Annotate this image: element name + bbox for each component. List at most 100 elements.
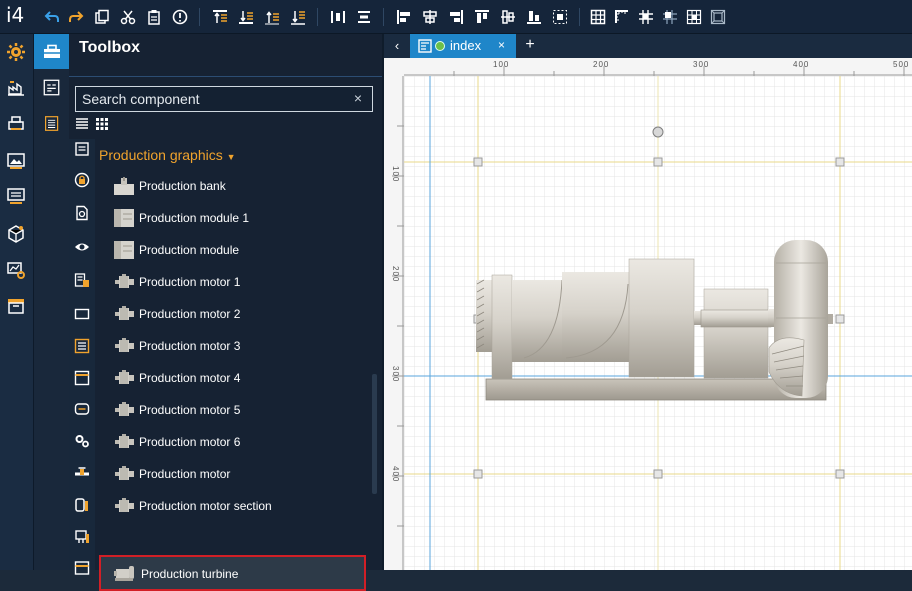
package-icon[interactable] <box>6 224 26 244</box>
list-item[interactable]: Production motor 5 <box>99 396 366 424</box>
list-item[interactable]: Production motor 4 <box>99 364 366 392</box>
item-label: Production motor 2 <box>139 307 241 321</box>
bring-to-front-icon[interactable] <box>212 9 228 25</box>
distribute-vertical-icon[interactable] <box>356 9 372 25</box>
group-label: Production graphics <box>99 147 223 163</box>
grid-view-icon[interactable] <box>95 117 109 131</box>
module-icon <box>113 240 135 260</box>
list-item[interactable]: Production module <box>99 236 366 264</box>
reports-category-icon[interactable] <box>74 272 90 288</box>
snap-grid-icon[interactable] <box>638 9 654 25</box>
lock-category-icon[interactable] <box>74 172 90 188</box>
window-category-icon[interactable] <box>74 370 90 386</box>
tank-category-icon[interactable] <box>74 497 90 513</box>
item-label: Production motor 6 <box>139 435 241 449</box>
item-label: Production turbine <box>141 567 239 581</box>
production-chart-icon[interactable] <box>6 78 26 98</box>
search-input[interactable] <box>76 87 346 111</box>
table-category-icon[interactable] <box>74 338 90 354</box>
zoom-fit-icon[interactable] <box>710 9 726 25</box>
gears-category-icon[interactable] <box>74 433 90 449</box>
archive-box-icon[interactable] <box>6 296 26 316</box>
list-item[interactable]: Production motor section <box>99 492 366 520</box>
item-label: Production motor 3 <box>139 339 241 353</box>
toolbox-icon <box>44 44 60 58</box>
eye-category-icon[interactable] <box>74 239 90 255</box>
tab-scroll-back-button[interactable]: ‹ <box>386 34 408 58</box>
center-page-icon[interactable] <box>552 9 568 25</box>
list-item[interactable]: Production motor 6 <box>99 428 366 456</box>
design-canvas[interactable]: 100 200 300 400 500 100 200 300 400 <box>384 58 912 570</box>
kiosk-category-icon[interactable] <box>74 529 90 545</box>
list-item-selected[interactable]: Production turbine <box>99 555 366 591</box>
monitor-settings-icon[interactable] <box>6 260 26 280</box>
toolbox-rail-button[interactable] <box>34 34 69 69</box>
align-left-icon[interactable] <box>396 9 412 25</box>
ruler-top-label: 100 <box>493 60 509 69</box>
list-item[interactable]: Production module 1 <box>99 204 366 232</box>
item-label: Production module <box>139 243 240 257</box>
align-middle-icon[interactable] <box>500 9 516 25</box>
list-item[interactable]: Production motor <box>99 460 366 488</box>
text-category-icon[interactable] <box>74 141 90 157</box>
valve-category-icon[interactable] <box>74 465 90 481</box>
printer-icon[interactable] <box>6 114 26 134</box>
align-bottom-icon[interactable] <box>526 9 542 25</box>
list-item[interactable]: Production motor 2 <box>99 300 366 328</box>
motor-icon <box>113 432 135 452</box>
align-top-icon[interactable] <box>474 9 490 25</box>
align-center-icon[interactable] <box>422 9 438 25</box>
ruler-icon[interactable] <box>614 9 630 25</box>
toolbar-separator <box>579 8 580 26</box>
panel-divider <box>69 76 382 77</box>
undo-icon[interactable] <box>44 9 60 25</box>
grid-icon[interactable] <box>590 9 606 25</box>
image-gallery-icon[interactable] <box>6 150 26 170</box>
info-icon[interactable] <box>172 9 188 25</box>
input-category-icon[interactable] <box>74 401 90 417</box>
canvas-drawing: 100 200 300 400 500 100 200 300 400 <box>384 58 912 570</box>
component-list: Production graphics ▼ Production bank Pr… <box>95 139 382 591</box>
clear-search-icon[interactable]: × <box>354 90 362 106</box>
file-check-category-icon[interactable] <box>74 205 90 221</box>
send-to-back-icon[interactable] <box>238 9 254 25</box>
guides-icon[interactable] <box>686 9 702 25</box>
components-icon[interactable] <box>43 79 60 96</box>
group-header[interactable]: Production graphics ▼ <box>99 147 236 163</box>
category-column <box>69 139 95 575</box>
tab-index[interactable]: index × <box>410 34 516 58</box>
motor-icon <box>113 336 135 356</box>
status-dot-icon <box>435 41 445 51</box>
ruler-left-label: 200 <box>391 266 400 282</box>
paste-icon[interactable] <box>146 9 162 25</box>
document-list-icon[interactable] <box>44 115 60 132</box>
list-item[interactable]: Production bank <box>99 172 366 200</box>
align-right-icon[interactable] <box>448 9 464 25</box>
add-tab-button[interactable]: + <box>520 34 540 58</box>
rectangle-category-icon[interactable] <box>74 306 90 322</box>
bring-forward-icon[interactable] <box>264 9 280 25</box>
redo-icon[interactable] <box>68 9 84 25</box>
horizontal-ruler <box>384 58 912 76</box>
ruler-top-label: 200 <box>593 60 609 69</box>
list-item[interactable]: Production motor 1 <box>99 268 366 296</box>
rotate-handle[interactable] <box>652 126 664 138</box>
film-category-icon[interactable] <box>74 559 90 575</box>
distribute-horizontal-icon[interactable] <box>330 9 346 25</box>
caret-down-icon: ▼ <box>226 152 236 162</box>
monitor-icon[interactable] <box>6 186 26 206</box>
copy-icon[interactable] <box>94 9 110 25</box>
module-icon <box>113 208 135 228</box>
cut-icon[interactable] <box>120 9 136 25</box>
snap-objects-icon[interactable] <box>662 9 678 25</box>
motor-icon <box>113 464 135 484</box>
list-item[interactable]: Production motor 3 <box>99 332 366 360</box>
list-scrollbar[interactable] <box>372 374 377 494</box>
send-backward-icon[interactable] <box>290 9 306 25</box>
motor-icon <box>113 496 135 516</box>
close-tab-icon[interactable]: × <box>498 38 505 52</box>
item-label: Production bank <box>139 179 226 193</box>
list-view-icon[interactable] <box>75 117 89 131</box>
toolbar-separator <box>317 8 318 26</box>
settings-gear-icon[interactable] <box>6 42 26 62</box>
